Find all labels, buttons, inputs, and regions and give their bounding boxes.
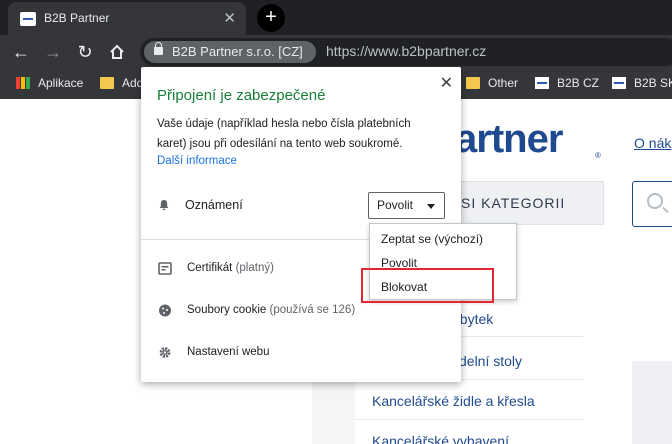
new-tab-button[interactable]: +	[257, 4, 285, 32]
option-ask-default[interactable]: Zeptat se (výchozí)	[370, 228, 516, 250]
registered-mark: ®	[595, 151, 601, 160]
cookie-icon	[159, 304, 171, 317]
about-link[interactable]: O nák	[634, 135, 671, 151]
site-identity-label: B2B Partner s.r.o. [CZ]	[172, 44, 303, 59]
category-item[interactable]: Kancelářské vybavení	[372, 433, 509, 444]
address-bar[interactable]: B2B Partner s.r.o. [CZ] https://www.b2bp…	[140, 38, 672, 66]
divider	[355, 419, 583, 420]
bookmark-folder-add[interactable]: Add	[100, 76, 143, 90]
gear-icon	[159, 347, 171, 358]
notifications-value: Povolit	[377, 198, 414, 212]
bookmark-b2b-cz[interactable]: B2B CZ	[535, 76, 599, 90]
folder-icon	[466, 77, 480, 89]
folder-icon	[100, 77, 114, 89]
category-item[interactable]: Kancelářské židle a křesla	[372, 393, 535, 409]
b2b-logo-icon	[612, 77, 626, 89]
bookmark-label: B2B SK	[634, 76, 672, 90]
reload-icon[interactable]: ↻	[72, 39, 98, 65]
back-arrow-icon[interactable]: ←	[8, 39, 34, 65]
site-settings-label: Nastavení webu	[187, 346, 270, 358]
connection-description: Vaše údaje (například hesla nebo čísla p…	[157, 118, 411, 150]
bell-icon	[159, 200, 169, 211]
search-input[interactable]	[632, 181, 672, 227]
bookmark-apps[interactable]: Aplikace	[16, 76, 83, 90]
notifications-label: Oznámení	[185, 198, 243, 212]
browser-tab[interactable]: B2B Partner ✕	[8, 2, 246, 35]
lock-icon	[154, 42, 163, 55]
apps-icon	[16, 77, 30, 89]
certificate-status: (platný)	[235, 262, 274, 274]
home-icon[interactable]	[104, 39, 130, 65]
bookmark-label: Other	[488, 76, 519, 90]
forward-arrow-icon[interactable]: →	[40, 39, 66, 65]
more-info-link[interactable]: Další informace	[157, 155, 237, 167]
notifications-select[interactable]: Povolit	[368, 192, 445, 219]
cookies-status: (používá se 126)	[269, 304, 356, 316]
site-identity-chip[interactable]: B2B Partner s.r.o. [CZ]	[144, 41, 316, 63]
bookmark-label: B2B CZ	[557, 76, 600, 90]
tab-strip: B2B Partner ✕ +	[0, 0, 672, 35]
dropdown-arrow-icon	[427, 204, 435, 209]
side-panel	[632, 361, 672, 444]
category-item[interactable]: jídelní stoly	[452, 353, 522, 369]
b2b-logo-icon	[535, 77, 549, 89]
site-favicon-icon	[20, 12, 36, 26]
bookmark-label: Aplikace	[38, 76, 84, 90]
certificate-label: Certifikát	[187, 262, 233, 274]
categories-button[interactable]: SI KATEGORII	[448, 181, 604, 225]
tab-close-icon[interactable]: ✕	[223, 9, 236, 27]
tab-title: B2B Partner	[44, 11, 110, 25]
bookmark-b2b-sk[interactable]: B2B SK	[612, 76, 672, 90]
search-icon	[647, 193, 663, 209]
site-logo[interactable]: artner	[455, 117, 563, 162]
bookmark-folder-other[interactable]: Other	[466, 76, 518, 90]
cookies-label: Soubory cookie	[187, 304, 267, 316]
connection-secure-title: Připojení je zabezpečené	[157, 87, 326, 104]
close-icon[interactable]: ✕	[440, 73, 453, 93]
browser-toolbar: ← → ↻ B2B Partner s.r.o. [CZ] https://ww…	[0, 35, 672, 68]
certificate-icon	[158, 262, 172, 275]
url-text[interactable]: https://www.b2bpartner.cz	[326, 43, 486, 59]
highlight-annotation-box	[361, 268, 494, 303]
